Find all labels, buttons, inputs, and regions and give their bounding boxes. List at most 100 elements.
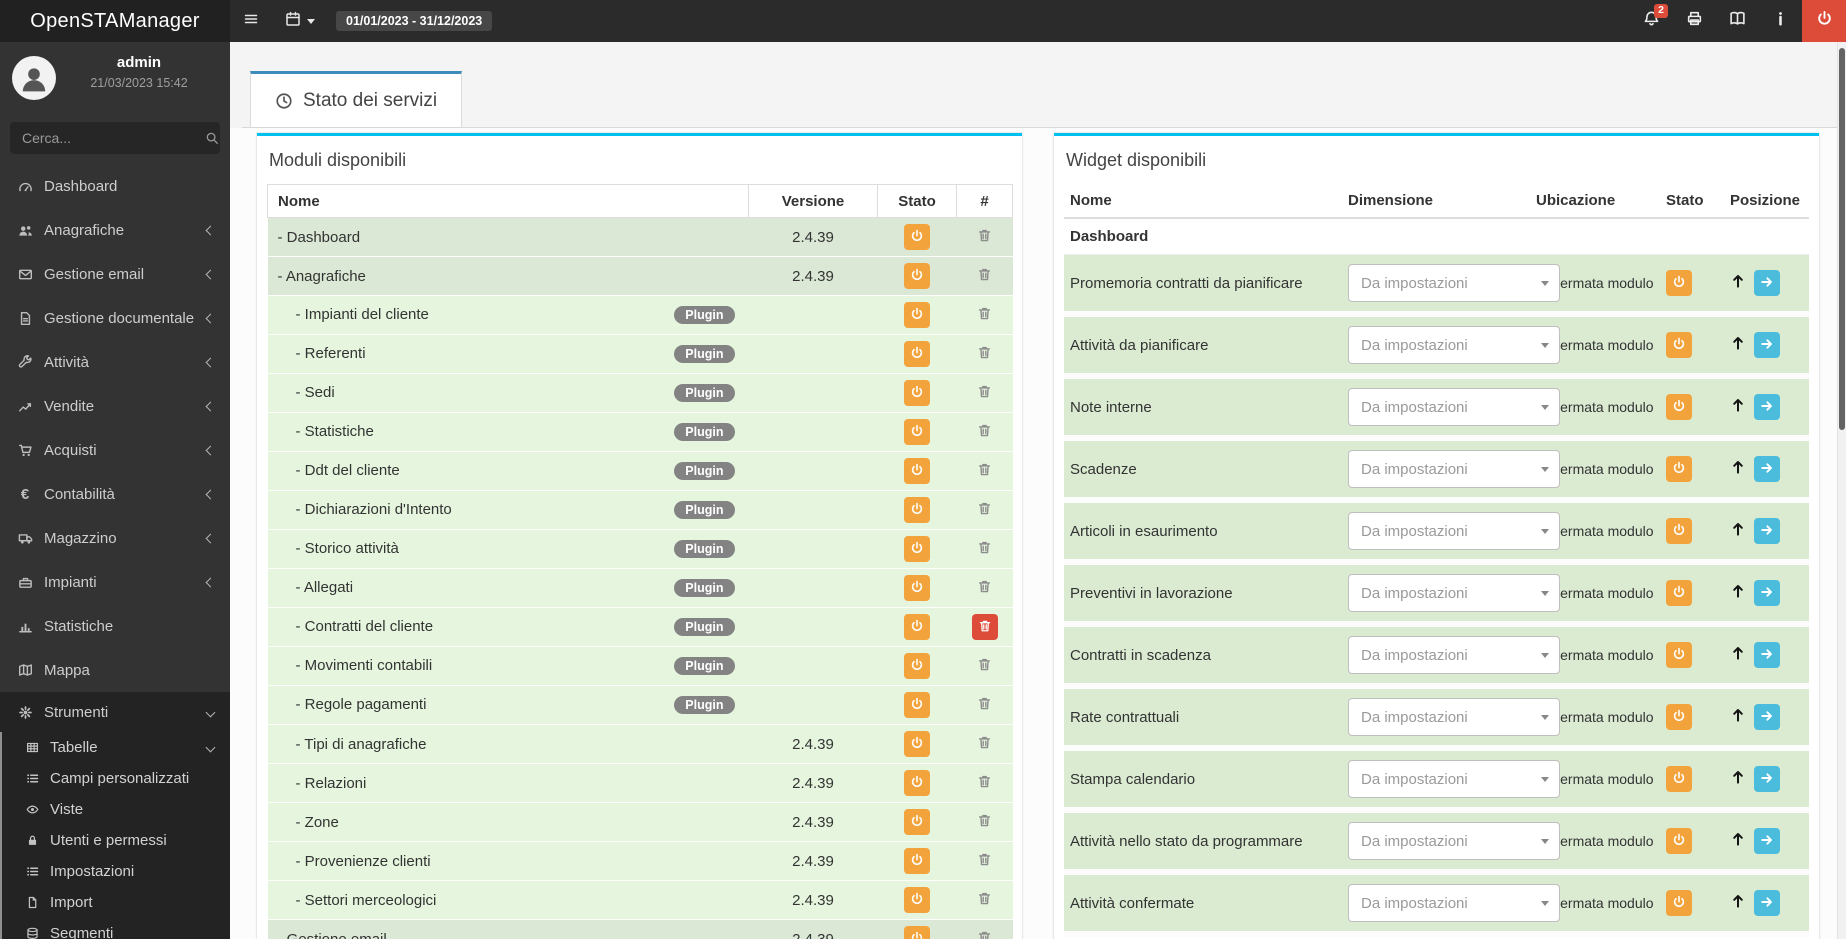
- widget-toggle-button[interactable]: [1666, 518, 1692, 544]
- search-input[interactable]: [10, 130, 203, 146]
- module-delete-button[interactable]: [977, 423, 992, 442]
- module-delete-button[interactable]: [977, 579, 992, 598]
- sidebar-item-gestione-documentale[interactable]: Gestione documentale: [0, 296, 230, 340]
- date-range-badge[interactable]: 01/01/2023 - 31/12/2023: [336, 10, 493, 32]
- move-up-button[interactable]: [1730, 831, 1746, 851]
- widget-dimension-select[interactable]: Da impostazioni: [1348, 264, 1560, 302]
- widget-dimension-select[interactable]: Da impostazioni: [1348, 388, 1560, 426]
- module-delete-button[interactable]: [977, 345, 992, 364]
- widget-toggle-button[interactable]: [1666, 456, 1692, 482]
- move-up-button[interactable]: [1730, 645, 1746, 665]
- sidebar-subitem-viste[interactable]: Viste: [2, 794, 230, 825]
- module-toggle-button[interactable]: [904, 614, 930, 640]
- move-up-button[interactable]: [1730, 459, 1746, 479]
- module-delete-button[interactable]: [977, 852, 992, 871]
- sidebar-subitem-tabelle[interactable]: Tabelle: [2, 732, 230, 763]
- notifications-button[interactable]: 2: [1630, 0, 1673, 42]
- sidebar-item-mappa[interactable]: Mappa: [0, 648, 230, 692]
- widget-toggle-button[interactable]: [1666, 828, 1692, 854]
- module-toggle-button[interactable]: [904, 848, 930, 874]
- module-toggle-button[interactable]: [904, 224, 930, 250]
- logout-button[interactable]: [1802, 0, 1846, 42]
- sidebar-subitem-import[interactable]: Import: [2, 887, 230, 918]
- widget-dimension-select[interactable]: Da impostazioni: [1348, 512, 1560, 550]
- module-toggle-button[interactable]: [904, 926, 930, 939]
- move-to-button[interactable]: [1754, 766, 1780, 792]
- sidebar-item-dashboard[interactable]: Dashboard: [0, 164, 230, 208]
- module-toggle-button[interactable]: [904, 536, 930, 562]
- module-toggle-button[interactable]: [904, 887, 930, 913]
- module-toggle-button[interactable]: [904, 575, 930, 601]
- sidebar-subitem-impostazioni[interactable]: Impostazioni: [2, 856, 230, 887]
- module-delete-button[interactable]: [977, 930, 992, 939]
- module-delete-button[interactable]: [977, 462, 992, 481]
- module-delete-button[interactable]: [977, 228, 992, 247]
- move-to-button[interactable]: [1754, 704, 1780, 730]
- widget-toggle-button[interactable]: [1666, 704, 1692, 730]
- move-to-button[interactable]: [1754, 890, 1780, 916]
- module-toggle-button[interactable]: [904, 497, 930, 523]
- widget-toggle-button[interactable]: [1666, 766, 1692, 792]
- widget-toggle-button[interactable]: [1666, 394, 1692, 420]
- module-toggle-button[interactable]: [904, 263, 930, 289]
- sidebar-item-impianti[interactable]: Impianti: [0, 560, 230, 604]
- info-button[interactable]: [1759, 0, 1802, 42]
- module-delete-button[interactable]: [977, 735, 992, 754]
- sidebar-item-anagrafiche[interactable]: Anagrafiche: [0, 208, 230, 252]
- sidebar-item-attivit-[interactable]: Attività: [0, 340, 230, 384]
- widget-dimension-select[interactable]: Da impostazioni: [1348, 326, 1560, 364]
- module-delete-button[interactable]: [977, 774, 992, 793]
- module-toggle-button[interactable]: [904, 341, 930, 367]
- widget-dimension-select[interactable]: Da impostazioni: [1348, 884, 1560, 922]
- move-to-button[interactable]: [1754, 456, 1780, 482]
- move-up-button[interactable]: [1730, 273, 1746, 293]
- sidebar-subitem-segmenti[interactable]: Segmenti: [2, 918, 230, 939]
- widget-dimension-select[interactable]: Da impostazioni: [1348, 760, 1560, 798]
- move-to-button[interactable]: [1754, 828, 1780, 854]
- widget-toggle-button[interactable]: [1666, 332, 1692, 358]
- module-delete-button[interactable]: [977, 267, 992, 286]
- widget-toggle-button[interactable]: [1666, 642, 1692, 668]
- move-to-button[interactable]: [1754, 642, 1780, 668]
- print-button[interactable]: [1673, 0, 1716, 42]
- move-to-button[interactable]: [1754, 580, 1780, 606]
- move-to-button[interactable]: [1754, 394, 1780, 420]
- move-to-button[interactable]: [1754, 332, 1780, 358]
- move-to-button[interactable]: [1754, 270, 1780, 296]
- module-delete-button[interactable]: [977, 384, 992, 403]
- module-toggle-button[interactable]: [904, 653, 930, 679]
- widget-dimension-select[interactable]: Da impostazioni: [1348, 698, 1560, 736]
- widget-dimension-select[interactable]: Da impostazioni: [1348, 822, 1560, 860]
- sidebar-item-statistiche[interactable]: Statistiche: [0, 604, 230, 648]
- scrollbar-thumb[interactable]: [1839, 48, 1845, 430]
- module-toggle-button[interactable]: [904, 770, 930, 796]
- sidebar-item-acquisti[interactable]: Acquisti: [0, 428, 230, 472]
- widget-dimension-select[interactable]: Da impostazioni: [1348, 450, 1560, 488]
- module-delete-button[interactable]: [977, 891, 992, 910]
- move-up-button[interactable]: [1730, 335, 1746, 355]
- calendar-button[interactable]: [272, 0, 328, 42]
- sidebar-item-contabilit-[interactable]: € Contabilità: [0, 472, 230, 516]
- move-up-button[interactable]: [1730, 583, 1746, 603]
- module-toggle-button[interactable]: [904, 692, 930, 718]
- module-toggle-button[interactable]: [904, 380, 930, 406]
- module-delete-button[interactable]: [971, 614, 998, 640]
- sidebar-item-gestione-email[interactable]: Gestione email: [0, 252, 230, 296]
- sidebar-item-magazzino[interactable]: Magazzino: [0, 516, 230, 560]
- move-up-button[interactable]: [1730, 769, 1746, 789]
- move-up-button[interactable]: [1730, 707, 1746, 727]
- widget-toggle-button[interactable]: [1666, 270, 1692, 296]
- sidebar-item-vendite[interactable]: Vendite: [0, 384, 230, 428]
- sidebar-toggle-button[interactable]: [230, 0, 272, 42]
- search-icon[interactable]: [203, 131, 220, 145]
- sidebar-item-strumenti[interactable]: Strumenti: [0, 692, 230, 732]
- app-logo[interactable]: OpenSTAManager: [0, 0, 230, 42]
- move-up-button[interactable]: [1730, 521, 1746, 541]
- widget-toggle-button[interactable]: [1666, 580, 1692, 606]
- tab-stato-dei-servizi[interactable]: Stato dei servizi: [250, 71, 463, 127]
- move-up-button[interactable]: [1730, 893, 1746, 913]
- docs-button[interactable]: [1716, 0, 1759, 42]
- widget-dimension-select[interactable]: Da impostazioni: [1348, 574, 1560, 612]
- module-toggle-button[interactable]: [904, 809, 930, 835]
- module-delete-button[interactable]: [977, 540, 992, 559]
